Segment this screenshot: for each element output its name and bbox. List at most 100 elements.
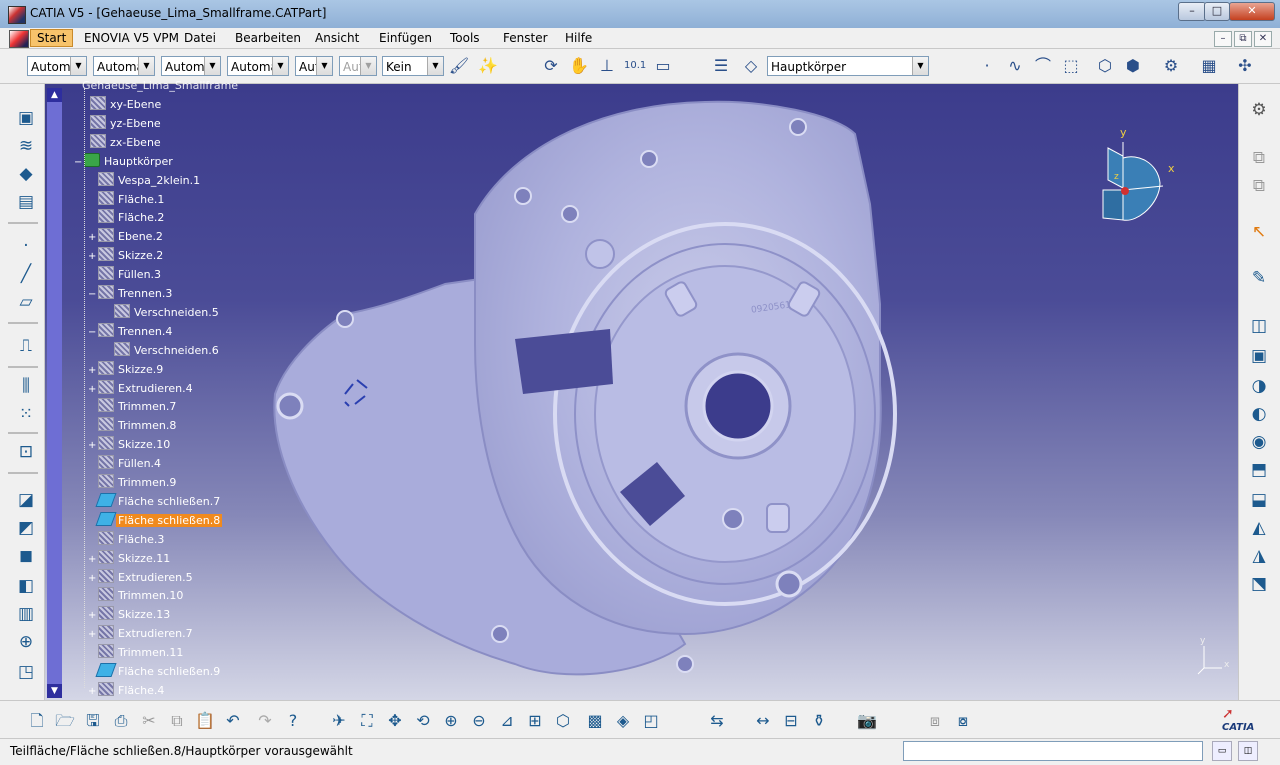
menu-enovia[interactable]: ENOVIA V5 VPM [84,31,179,45]
expand-icon[interactable]: + [88,684,96,700]
tree-node-fl-che-schlie-en-7[interactable]: Fläche schließen.7 [88,492,222,509]
cube-edit-icon[interactable]: ⬢ [1122,55,1144,77]
transparency-combo[interactable]: Automa ▼ [93,56,155,76]
tree-node-extrudieren-7[interactable]: + Extrudieren.7 [88,625,195,641]
offset-icon[interactable]: ◧ [14,574,38,598]
gear-icon[interactable]: ⚙ [1247,98,1271,122]
sketch-icon[interactable]: ✎ [1247,266,1271,290]
menu-fenster[interactable]: Fenster [503,31,548,45]
tool-icon[interactable]: ◳ [14,660,38,684]
pocket-icon[interactable]: ▣ [1247,344,1271,368]
undo-icon[interactable]: ↶ [222,710,244,732]
join-icon[interactable]: ◩ [14,516,38,540]
tree-node-fl-che-3[interactable]: Fläche.3 [88,530,166,547]
stack-icon[interactable]: ⧉ [1247,146,1271,170]
shaft-icon[interactable]: ◑ [1247,374,1271,398]
new-file-icon[interactable]: 🗋 [26,710,48,732]
tree-node-trimmen-10[interactable]: Trimmen.10 [88,587,185,603]
tree-node-f-llen-3[interactable]: Füllen.3 [88,266,163,282]
tree-node-yz-ebene[interactable]: yz-Ebene [80,114,163,131]
iso-view-icon[interactable]: ⬡ [552,710,574,732]
tree-node-skizze-10[interactable]: + Skizze.10 [88,436,172,452]
measure-between-icon[interactable]: ↔ [752,710,774,732]
tree-node-verschneiden-5[interactable]: Verschneiden.5 [104,303,221,320]
collapse-icon[interactable]: − [74,155,82,171]
menu-bearbeiten[interactable]: Bearbeiten [235,31,301,45]
curve-icon[interactable]: ⌒ [1032,55,1054,77]
expand-icon[interactable]: + [88,438,96,454]
redo-icon[interactable]: ↷ [254,710,276,732]
remove-loft-icon[interactable]: ⬔ [1247,572,1271,596]
hide-show-icon[interactable]: ◈ [612,710,634,732]
point-icon[interactable]: · [976,55,998,77]
tree-node-fl-che-4[interactable]: + Fläche.4 [88,681,166,700]
cache-icon[interactable]: ⇆ [706,710,728,732]
graphic-properties-icon[interactable]: ✨ [477,55,499,77]
measure-item-icon[interactable]: ⊟ [780,710,802,732]
tree-node-trimmen-8[interactable]: Trimmen.8 [88,417,178,433]
catia-app-icon[interactable] [8,6,26,24]
units-icon[interactable]: 10.1 [624,55,646,77]
menu-datei[interactable]: Datei [184,31,216,45]
zoom-out-icon[interactable]: ⊖ [468,710,490,732]
expand-icon[interactable]: + [88,249,96,265]
point-symbol-combo[interactable]: Aut ▼ [295,56,333,76]
collapse-icon[interactable]: − [88,287,96,303]
tree-node-fl-che-1[interactable]: Fläche.1 [88,190,166,207]
window-maximize-button[interactable]: □ [1204,2,1230,21]
normal-view-icon[interactable]: ⊿ [496,710,518,732]
tree-node-extrudieren-4[interactable]: + Extrudieren.4 [88,379,195,396]
tree-node-xy-ebene[interactable]: xy-Ebene [80,96,163,112]
tree-node-skizze-9[interactable]: + Skizze.9 [88,360,165,379]
hole-icon[interactable]: ◉ [1247,430,1271,454]
part-design-icon[interactable]: ▣ [14,106,38,130]
expand-icon[interactable]: + [88,552,96,568]
tree-node-f-llen-4[interactable]: Füllen.4 [88,455,163,471]
slot-icon[interactable]: ⬓ [1247,488,1271,512]
tree-node-fl-che-schlie-en-9[interactable]: Fläche schließen.9 [88,663,222,679]
layers-icon[interactable]: ≋ [14,134,38,158]
menu-einfuegen[interactable]: Einfügen [379,31,432,45]
spline-icon[interactable]: ∿ [1004,55,1026,77]
catia-logo-icon[interactable] [9,30,29,48]
painter-icon[interactable]: 🖌 [448,55,470,77]
tree-node-fl-che-2[interactable]: Fläche.2 [88,209,166,225]
part-catalog-icon[interactable]: ⧇ [952,710,974,732]
measure-icon[interactable]: ▭ [652,55,674,77]
copy-icon[interactable]: ⧉ [166,710,188,732]
expand-icon[interactable]: + [88,363,96,379]
assembly-icon[interactable]: ⚙ [1160,55,1182,77]
multi-view-icon[interactable]: ⊞ [524,710,546,732]
window-close-button[interactable]: ✕ [1229,2,1275,21]
catalog-icon[interactable]: ⧈ [924,710,946,732]
tree-scrollbar[interactable]: ▲ ▼ [47,88,62,698]
tree-node-trimmen-11[interactable]: Trimmen.11 [88,644,185,660]
swap-space-icon[interactable]: ◰ [640,710,662,732]
rotate-icon[interactable]: ⟲ [412,710,434,732]
command-clear-icon[interactable]: ▭ [1212,741,1232,761]
solid-icon[interactable]: ◼ [14,544,38,568]
grid-icon[interactable]: ▦ [1198,55,1220,77]
select-cursor-icon[interactable]: ↖ [1247,220,1271,244]
pan-hand-icon[interactable]: ✋ [568,55,590,77]
extrude-icon[interactable]: ⫼ [14,374,38,398]
surface-icon[interactable]: ⬚ [1060,55,1082,77]
color-combo[interactable]: Automa ▼ [27,56,87,76]
tree-node-hauptk-rper[interactable]: − Hauptkörper [74,152,175,171]
cut-icon[interactable]: ✂ [138,710,160,732]
analysis-icon[interactable]: ✣ [1234,55,1256,77]
mdi-close-button[interactable]: ✕ [1254,31,1272,47]
mdi-minimize-button[interactable]: – [1214,31,1232,47]
plane-icon[interactable]: ▱ [14,290,38,314]
list-icon[interactable]: ☰ [710,55,732,77]
pad-icon[interactable]: ◫ [1247,314,1271,338]
linetype-combo[interactable]: Automa ▼ [227,56,289,76]
expand-icon[interactable]: + [88,230,96,246]
whats-this-icon[interactable]: ? [282,710,304,732]
capture-icon[interactable]: 📷 [856,710,878,732]
fill-icon[interactable]: ◪ [14,488,38,512]
save-icon[interactable]: 🖫 [82,710,104,732]
line-thickness-combo[interactable]: Automa ▼ [161,56,221,76]
expand-icon[interactable]: + [88,608,96,624]
stack-edit-icon[interactable]: ⧉ [1247,174,1271,198]
